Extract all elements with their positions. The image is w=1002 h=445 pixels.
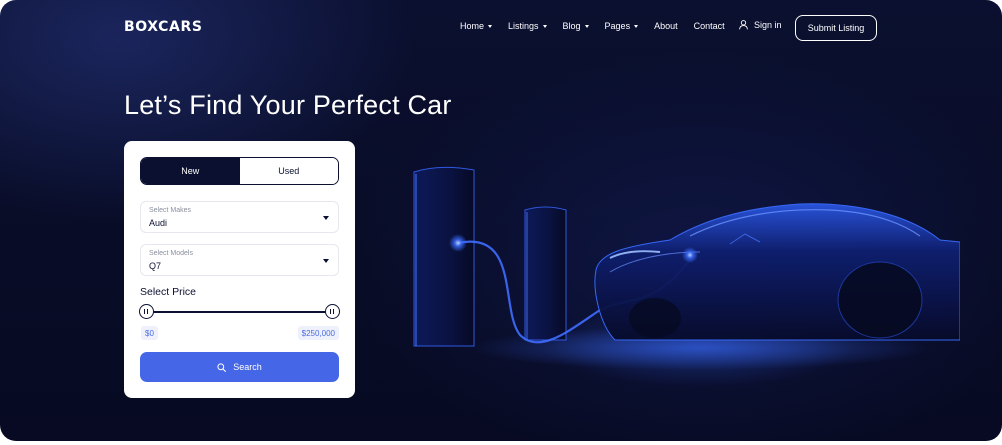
chevron-down-icon xyxy=(542,24,547,28)
car-port-light xyxy=(682,247,698,263)
makes-value: Audi xyxy=(149,218,168,228)
hero-banner: BOXCARS Home Listings Blog Pages About C… xyxy=(0,0,1002,441)
nav-item-pages[interactable]: Pages xyxy=(605,21,639,31)
tab-new[interactable]: New xyxy=(141,158,240,184)
nav-item-label: Home xyxy=(460,21,485,31)
search-icon xyxy=(217,362,227,372)
nav-item-label: About xyxy=(654,21,678,31)
price-min-value: $0 xyxy=(141,326,158,340)
nav-item-contact[interactable]: Contact xyxy=(694,21,725,31)
chevron-down-icon xyxy=(323,216,329,220)
search-card: New Used Select Makes Audi Select Models… xyxy=(124,141,355,398)
condition-toggle: New Used xyxy=(140,157,339,185)
main-nav: Home Listings Blog Pages About Contact xyxy=(460,21,741,31)
signin-link[interactable]: Sign in xyxy=(739,20,782,30)
tab-used[interactable]: Used xyxy=(239,158,338,184)
price-min-handle[interactable] xyxy=(138,304,154,319)
nav-item-listings[interactable]: Listings xyxy=(508,21,547,31)
models-label: Select Models xyxy=(149,250,193,257)
ev-charging-illustration xyxy=(413,166,960,370)
chevron-down-icon xyxy=(323,259,329,263)
chevron-down-icon xyxy=(584,24,589,28)
car-silhouette xyxy=(594,203,960,341)
charger-station-small xyxy=(524,206,567,341)
charger-port-light xyxy=(449,234,467,252)
nav-item-label: Contact xyxy=(693,21,725,31)
makes-label: Select Makes xyxy=(149,207,192,214)
page-title: Let’s Find Your Perfect Car xyxy=(124,90,452,120)
price-slider-track[interactable] xyxy=(146,311,332,313)
signin-label: Sign in xyxy=(754,20,782,30)
nav-item-label: Pages xyxy=(604,21,631,31)
chevron-down-icon xyxy=(634,24,639,28)
submit-listing-button[interactable]: Submit Listing xyxy=(795,15,877,41)
nav-item-home[interactable]: Home xyxy=(460,21,493,31)
user-icon xyxy=(739,20,748,30)
search-button[interactable]: Search xyxy=(140,352,339,382)
nav-item-label: Listings xyxy=(508,21,539,31)
price-max-value: $250,000 xyxy=(297,326,339,340)
nav-item-about[interactable]: About xyxy=(654,21,678,31)
brand-logo[interactable]: BOXCARS xyxy=(124,19,203,35)
nav-item-label: Blog xyxy=(562,21,581,31)
price-max-handle[interactable] xyxy=(324,304,340,319)
charger-station-large xyxy=(413,166,475,347)
models-select[interactable]: Select Models Q7 xyxy=(140,244,339,276)
price-title: Select Price xyxy=(140,286,197,298)
search-label: Search xyxy=(233,362,262,372)
makes-select[interactable]: Select Makes Audi xyxy=(140,201,339,233)
nav-item-blog[interactable]: Blog xyxy=(563,21,589,31)
chevron-down-icon xyxy=(488,24,493,28)
models-value: Q7 xyxy=(149,261,162,271)
